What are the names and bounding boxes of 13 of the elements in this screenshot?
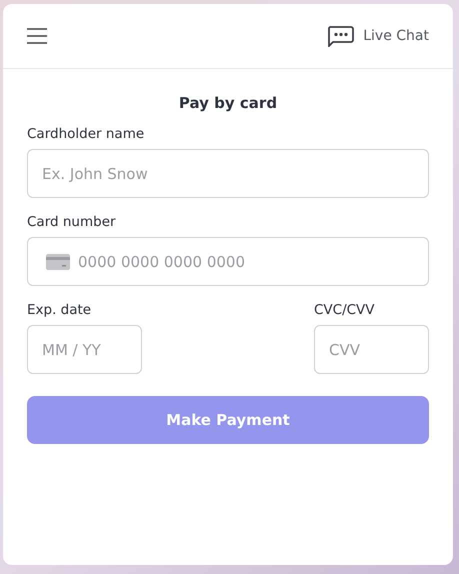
field-label: Cardholder name (27, 126, 146, 142)
menu-button[interactable] (27, 28, 47, 44)
card-icon (46, 254, 70, 270)
field-label: CVC/CVV (314, 302, 376, 318)
field-label: Exp. date (27, 302, 92, 318)
form-title: Pay by card (178, 94, 278, 112)
expiry-field[interactable]: MM / YY (27, 325, 142, 374)
field-label: Card number (27, 214, 117, 230)
cvv-field[interactable]: CVV (314, 325, 429, 374)
chat-icon (327, 26, 354, 46)
text-field[interactable]: Ex. John Snow (27, 149, 429, 198)
live-chat-button[interactable]: Live Chat (327, 26, 429, 46)
card-number-field[interactable]: 0000 0000 0000 0000 (27, 237, 429, 286)
